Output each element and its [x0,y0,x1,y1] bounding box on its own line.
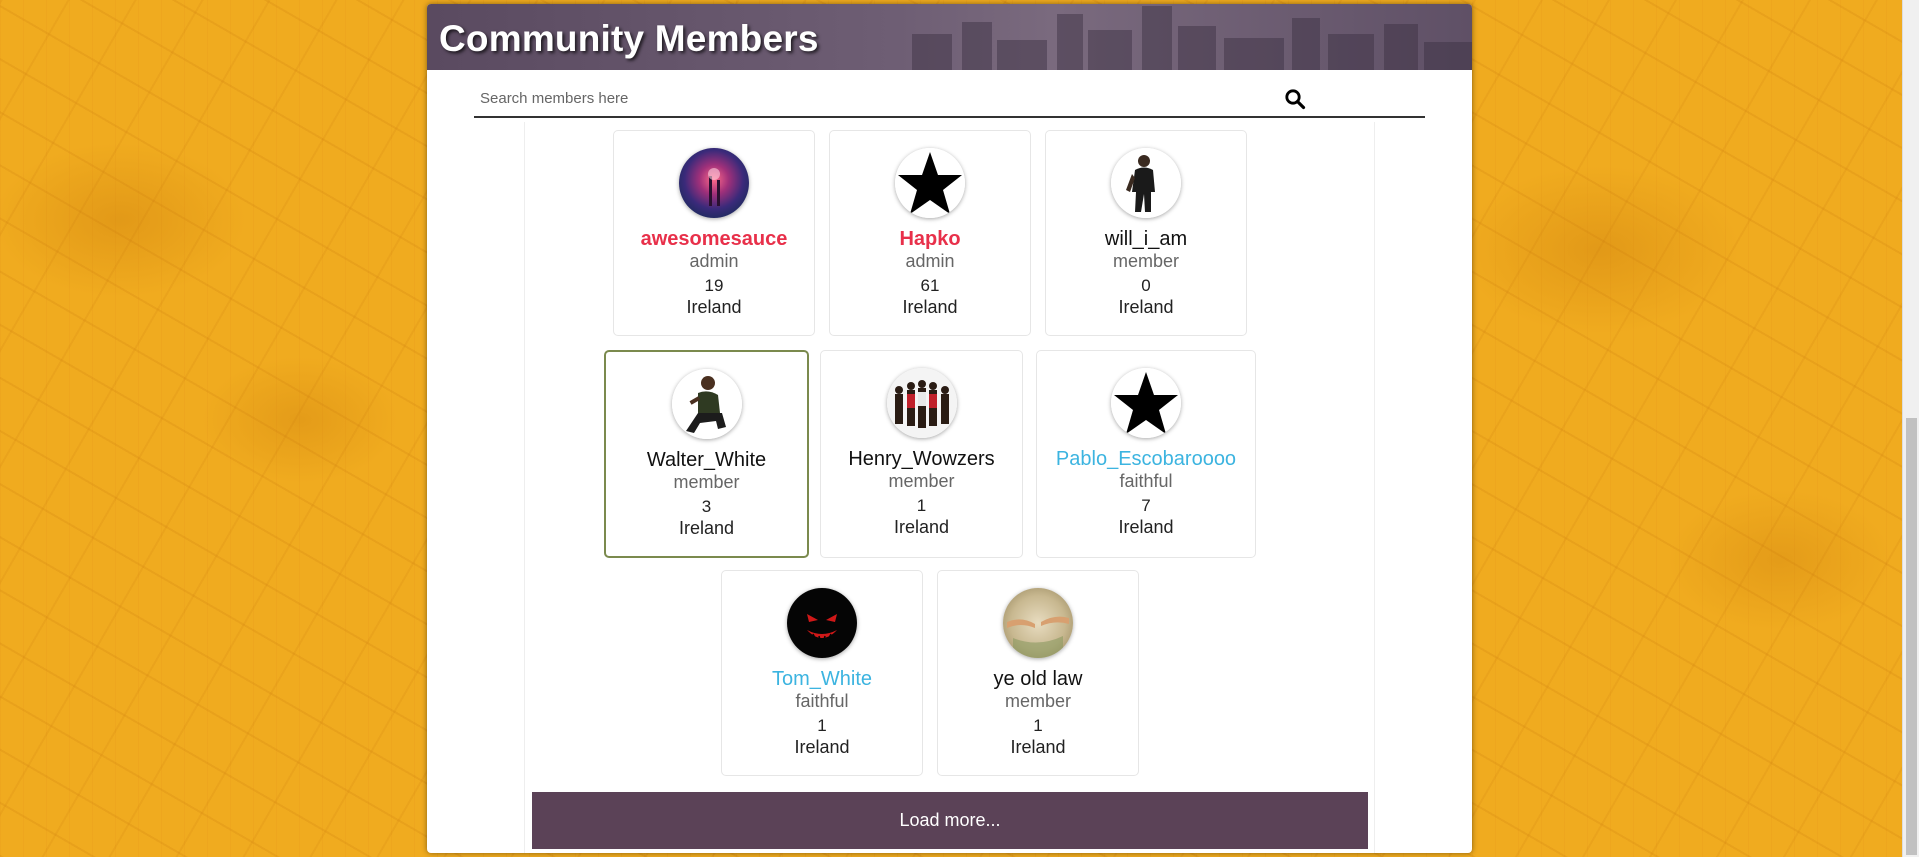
search-bar [474,82,1425,118]
seated-figure-avatar [671,369,742,439]
member-card[interactable]: Pablo_Escobaroooo faithful 7 Ireland [1036,350,1256,558]
load-more-button[interactable]: Load more... [532,792,1368,849]
member-country: Ireland [794,737,850,757]
member-count: 0 [1141,276,1151,295]
red-face-avatar [787,588,857,658]
page-title: Community Members [439,18,819,59]
member-card[interactable]: awesomesauce admin 19 Ireland [613,130,815,336]
member-rank: faithful [795,691,849,711]
member-count: 1 [1033,716,1043,735]
member-rank: admin [689,251,739,271]
painting-avatar [1003,588,1073,658]
member-name[interactable]: Pablo_Escobaroooo [1037,448,1255,470]
member-count: 19 [704,276,724,295]
member-name[interactable]: Hapko [830,228,1030,250]
member-name[interactable]: Tom_White [722,668,922,690]
page-scrollbar[interactable] [1902,0,1919,857]
member-count: 1 [916,496,927,515]
member-card-selected[interactable]: Walter_White member 3 Ireland [604,350,809,558]
member-name[interactable]: awesomesauce [614,228,814,250]
search-icon[interactable] [1284,88,1306,110]
galaxy-avatar [679,148,749,218]
member-card[interactable]: Henry_Wowzers member 1 Ireland [820,350,1023,558]
scrollbar-thumb[interactable] [1906,418,1917,855]
member-card[interactable]: Tom_White faithful 1 Ireland [721,570,923,776]
member-country: Ireland [1118,297,1174,317]
member-card[interactable]: ye old law member 1 Ireland [937,570,1139,776]
member-count: 3 [701,497,712,516]
figure-avatar [1111,148,1181,218]
member-rank: member [673,472,740,492]
member-rank: admin [905,251,955,271]
member-rank: member [1112,251,1179,271]
star-avatar [895,148,965,218]
members-panel: Community Members Search members here aw… [427,4,1472,853]
member-count: 7 [1141,496,1151,515]
member-rank: member [888,471,955,491]
member-name[interactable]: ye old law [938,668,1138,690]
member-card[interactable]: Hapko admin 61 Ireland [829,130,1031,336]
member-count: 61 [920,276,940,295]
member-rank: faithful [1119,471,1173,491]
member-country: Ireland [1010,737,1066,757]
member-count: 1 [817,716,827,735]
member-rank: member [1004,691,1071,711]
member-card[interactable]: will_i_am member 0 Ireland [1045,130,1247,336]
member-country: Ireland [678,518,735,538]
star-avatar [1111,368,1181,438]
panel-header: Community Members [427,4,1472,70]
member-name[interactable]: Walter_White [606,449,807,471]
member-country: Ireland [686,297,742,317]
member-name[interactable]: Henry_Wowzers [821,448,1022,470]
group-avatar [886,368,957,438]
member-country: Ireland [1118,517,1174,537]
members-list: awesomesauce admin 19 Ireland Hapko admi… [524,122,1375,853]
member-name[interactable]: will_i_am [1046,228,1246,250]
city-skyline-banner [912,6,1472,70]
search-input[interactable] [474,82,1354,114]
member-country: Ireland [893,517,950,537]
member-country: Ireland [902,297,958,317]
